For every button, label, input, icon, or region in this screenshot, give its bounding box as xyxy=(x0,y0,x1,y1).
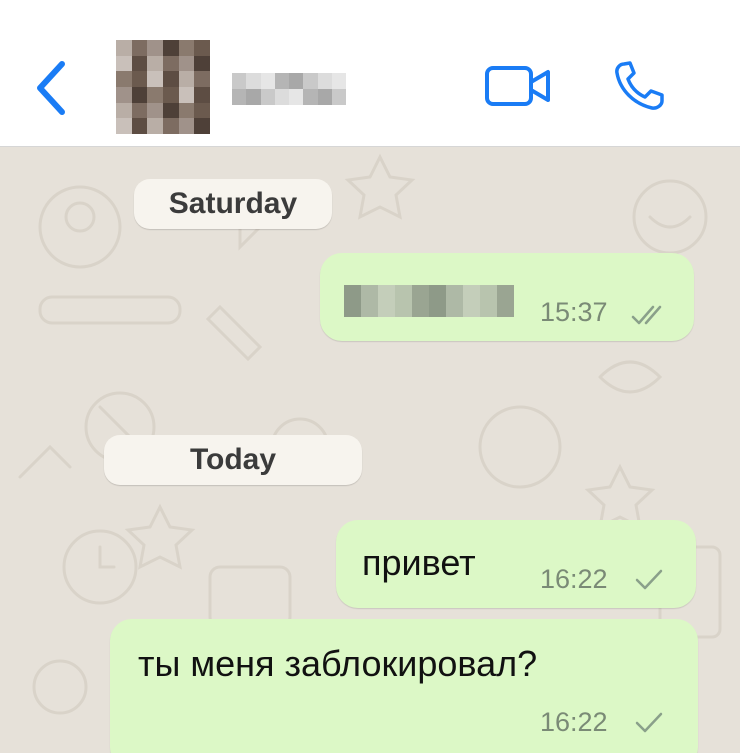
check-delivered-icon xyxy=(635,569,663,590)
message-text: привет xyxy=(362,542,476,583)
message-time: 15:37 xyxy=(540,297,608,327)
check-delivered-icon xyxy=(635,712,663,733)
back-chevron-icon[interactable] xyxy=(30,58,74,118)
message-bubble-outgoing[interactable]: ты меня заблокировал? 16:22 xyxy=(110,619,698,753)
video-camera-icon[interactable] xyxy=(484,62,552,110)
contact-avatar[interactable] xyxy=(116,40,210,134)
phone-icon[interactable] xyxy=(612,60,672,112)
contact-name[interactable] xyxy=(232,73,346,105)
chat-header xyxy=(0,0,740,147)
date-separator-today: Today xyxy=(104,435,362,485)
date-separator-saturday: Saturday xyxy=(134,179,332,229)
message-bubble-outgoing[interactable]: привет 16:22 xyxy=(336,520,696,608)
message-time: 16:22 xyxy=(540,707,608,737)
double-check-read-icon xyxy=(631,305,662,325)
message-text-redacted xyxy=(344,285,514,317)
message-bubble-outgoing[interactable]: 15:37 xyxy=(320,253,694,341)
message-time: 16:22 xyxy=(540,564,608,594)
message-text: ты меня заблокировал? xyxy=(138,643,538,684)
chat-area[interactable]: Saturday 15:37 Today привет 16:22 ты мен… xyxy=(0,147,740,753)
